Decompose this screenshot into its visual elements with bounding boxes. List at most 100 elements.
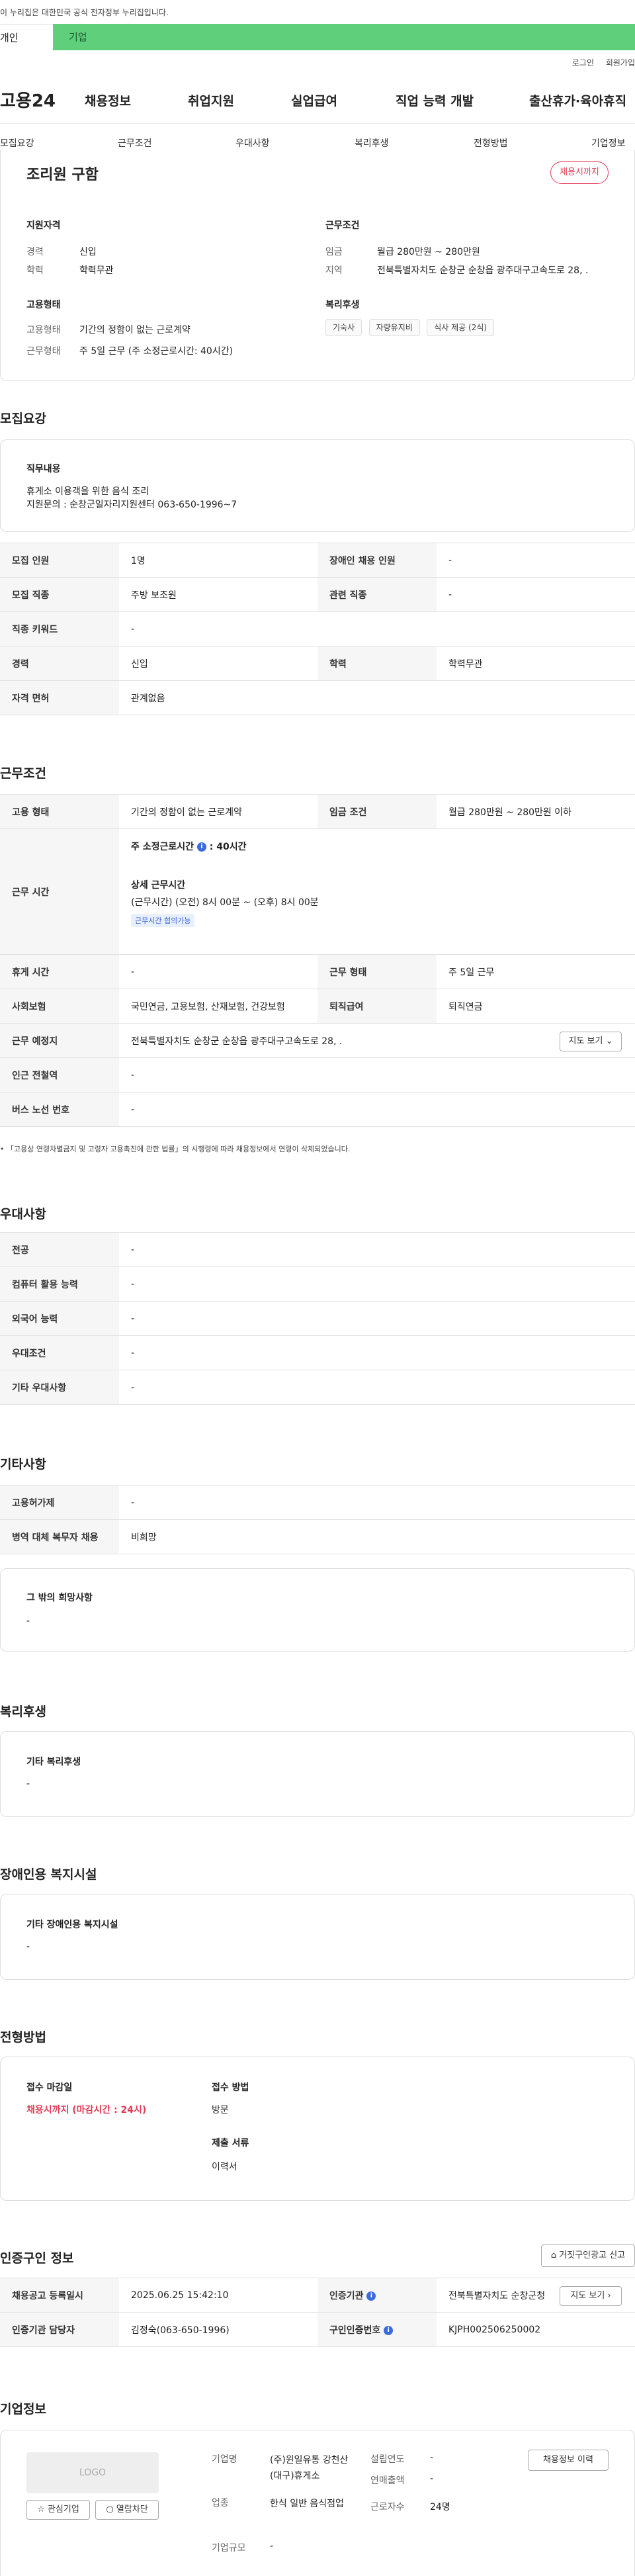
career-value: 신입: [79, 247, 97, 257]
other-wishes-label: 그 밖의 희망사항: [26, 1593, 93, 1603]
map-button[interactable]: 지도 보기 ›: [560, 2286, 622, 2306]
table-value: 학력무관: [437, 646, 635, 681]
process-card: [0, 2057, 635, 2201]
table-row: 고용 형태 기간의 정함이 없는 근로계약 임금 조건 월급 280만원 ~ 2…: [0, 794, 635, 829]
table-row: 직종 키워드 -: [0, 611, 635, 646]
welfare-etc-value: -: [26, 1779, 30, 1789]
section-title-cert: 인증구인 정보: [0, 2251, 74, 2266]
anchor-work[interactable]: 근무조건: [118, 136, 152, 150]
table-value: -: [119, 954, 318, 989]
table-value: 김정숙(063-650-1996): [119, 2312, 318, 2347]
table-key: 임금 조건: [318, 794, 437, 829]
anchor-welfare[interactable]: 복리후생: [355, 136, 389, 150]
founded-value: -: [430, 2452, 434, 2463]
duty-label: 직무내용: [26, 464, 61, 474]
table-value: -: [119, 1335, 635, 1370]
report-button-label: 거짓구인광고 신고: [559, 2250, 626, 2260]
wage-value: 월급 280만원 ~ 280만원: [377, 247, 480, 257]
table-row: 모집 인원 1명 장애인 채용 인원 -: [0, 543, 635, 578]
table-row: 경력 신입 학력 학력무관: [0, 646, 635, 681]
table-value: -: [437, 543, 635, 578]
company-logo: LOGO: [26, 2452, 159, 2493]
agency-key-text: 인증기관: [329, 2290, 364, 2301]
other-wishes-card: [0, 1568, 635, 1652]
table-value: 주방 보조원: [119, 577, 318, 612]
hiring-history-button[interactable]: 채용정보 이력: [528, 2450, 609, 2471]
anchor-company[interactable]: 기업정보: [591, 136, 626, 150]
welfare-chip: 자량유지비: [368, 319, 420, 336]
nav-parental-leave[interactable]: 출산휴가·육아휴직: [529, 91, 626, 109]
section-title-etc: 기타사항: [0, 1457, 46, 1472]
table-row: 자격 면허 관계없음: [0, 680, 635, 715]
table-value: 국민연금, 고용보험, 산재보험, 건강보험: [119, 989, 318, 1024]
gov-notice: 이 누리집은 대한민국 공식 전자정부 누리집입니다.: [0, 0, 635, 24]
anchor-process[interactable]: 전형방법: [474, 136, 508, 150]
disabled-etc-label: 기타 장애인용 복지시설: [26, 1920, 118, 1930]
anchor-prefer[interactable]: 우대사항: [235, 136, 270, 150]
tab-personal[interactable]: 개인: [0, 24, 53, 50]
table-key: 버스 노선 번호: [0, 1092, 119, 1127]
section-title-company: 기업정보: [0, 2402, 46, 2417]
section-title-welfare: 복리후생: [0, 1705, 46, 1719]
education-value: 학력무관: [79, 265, 114, 276]
table-value: -: [119, 1092, 635, 1127]
disabled-card: [0, 1894, 635, 1980]
table-row: 컴퓨터 활용 능력 -: [0, 1266, 635, 1302]
report-button[interactable]: ⌂ 거짓구인광고 신고: [541, 2244, 635, 2267]
size-value: -: [270, 2541, 274, 2552]
circle-icon: ○: [106, 2505, 114, 2514]
table-value: 비희망: [119, 1519, 635, 1554]
founded-key: 설립연도: [370, 2454, 405, 2465]
nav-unemployment-benefit[interactable]: 실업급여: [291, 91, 337, 109]
footnote-text: 「고용상 연령차별금지 및 고령자 고용촉진에 관한 법률」의 시행령에 따라 …: [7, 1145, 351, 1153]
table-value: 전북특별자치도 순창군청: [448, 2290, 546, 2301]
table-key: 외국어 능력: [0, 1301, 119, 1336]
info-icon[interactable]: i: [384, 2325, 394, 2335]
career-key: 경력: [26, 247, 44, 257]
tab-company[interactable]: 기업: [53, 24, 635, 50]
table-key: 인증기관 i: [318, 2278, 437, 2313]
age-footnote: • 「고용상 연령차별금지 및 고령자 고용촉진에 관한 법률」의 시행령에 따…: [0, 1145, 351, 1153]
recruit-table: 모집 인원 1명 장애인 채용 인원 - 모집 직종 주방 보조원 관련 직종 …: [0, 543, 635, 715]
docs-value: 이력서: [212, 2162, 237, 2172]
anchor-recruit[interactable]: 모집요강: [0, 136, 34, 150]
welfare-card: [0, 1731, 635, 1817]
user-type-tabs: 개인 기업: [0, 24, 635, 50]
table-value: -: [437, 577, 635, 612]
table-key: 모집 인원: [0, 543, 119, 578]
section-title-work: 근무조건: [0, 766, 46, 781]
block-label: 열람차단: [116, 2505, 148, 2514]
favorite-company-button[interactable]: ☆ 관심기업: [26, 2500, 90, 2520]
table-row: 근무 예정지 전북특별자치도 순창군 순창읍 광주대구고속도로 28, . 지도…: [0, 1023, 635, 1058]
map-button[interactable]: 지도 보기 ⌄: [560, 1032, 622, 1051]
login-link[interactable]: 로그인: [572, 58, 594, 67]
welfare-label: 복리후생: [325, 300, 360, 310]
info-icon[interactable]: i: [196, 842, 206, 852]
table-value: 월급 280만원 ~ 280만원 이하: [437, 794, 635, 829]
agency-cell: 전북특별자치도 순창군청 지도 보기 ›: [437, 2278, 635, 2313]
table-value: -: [119, 1232, 635, 1267]
table-value: 관계없음: [119, 680, 635, 715]
table-value: KJPH002506250002: [437, 2312, 635, 2347]
disabled-etc-value: -: [26, 1941, 30, 1952]
section-title-process: 전형방법: [0, 2030, 46, 2045]
nav-employment-support[interactable]: 취업지원: [188, 91, 234, 109]
table-row: 버스 노선 번호 -: [0, 1092, 635, 1127]
method-value: 방문: [212, 2105, 229, 2115]
hours-main-value: : 40시간: [209, 842, 247, 852]
table-key: 직종 키워드: [0, 611, 119, 646]
welfare-chip: 기숙사: [325, 319, 362, 336]
block-view-button[interactable]: ○ 열람차단: [95, 2500, 159, 2520]
info-icon[interactable]: i: [366, 2291, 376, 2301]
nav-jobs[interactable]: 채용정보: [85, 91, 131, 109]
staff-value: 24명: [430, 2502, 450, 2512]
signup-link[interactable]: 회원가입: [606, 58, 635, 67]
table-key: 근무 시간: [0, 828, 119, 955]
table-key: 근무 예정지: [0, 1023, 119, 1058]
table-key: 고용 형태: [0, 794, 119, 829]
nav-job-training[interactable]: 직업 능력 개발: [396, 91, 474, 109]
work-hours-cell: 주 소정근로시간 i : 40시간 상세 근무시간 (근무시간) (오전) 8시…: [119, 828, 635, 955]
site-logo[interactable]: 고용24: [0, 87, 56, 112]
table-value: -: [119, 1266, 635, 1302]
industry-value: 한식 일반 음식점업: [270, 2499, 344, 2509]
